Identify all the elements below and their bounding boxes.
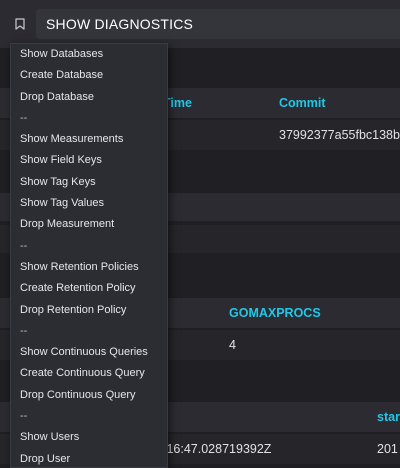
- menu-item-show-tag-values[interactable]: Show Tag Values: [11, 193, 167, 214]
- table-cell: 201: [377, 442, 398, 456]
- menu-item-drop-retention-policy[interactable]: Drop Retention Policy: [11, 300, 167, 321]
- menu-item-create-continuous-query[interactable]: Create Continuous Query: [11, 363, 167, 384]
- menu-separator: --: [20, 324, 28, 337]
- table-cell: 4: [229, 338, 236, 352]
- table-cell: 37992377a55fbc138b: [279, 128, 400, 142]
- table-cell: :16:47.028719392Z: [163, 442, 272, 456]
- menu-item-show-measurements[interactable]: Show Measurements: [11, 129, 167, 150]
- menu-item-show-tag-keys[interactable]: Show Tag Keys: [11, 172, 167, 193]
- menu-item-show-field-keys[interactable]: Show Field Keys: [11, 150, 167, 171]
- menu-item-show-databases[interactable]: Show Databases: [11, 44, 167, 65]
- menu-item-create-retention-policy[interactable]: Create Retention Policy: [11, 278, 167, 299]
- query-templates-menu: Show Databases Create Database Drop Data…: [10, 43, 168, 468]
- menu-item-drop-measurement[interactable]: Drop Measurement: [11, 214, 167, 235]
- menu-item-drop-continuous-query[interactable]: Drop Continuous Query: [11, 385, 167, 406]
- menu-separator: --: [20, 410, 28, 423]
- query-input[interactable]: SHOW DIAGNOSTICS: [36, 9, 400, 39]
- menu-item-drop-user[interactable]: Drop User: [11, 449, 167, 468]
- query-bar: SHOW DIAGNOSTICS: [0, 0, 400, 48]
- column-header-gomaxprocs: GOMAXPROCS: [229, 306, 321, 320]
- menu-separator: --: [20, 239, 28, 252]
- menu-item-show-users[interactable]: Show Users: [11, 427, 167, 448]
- bookmark-button[interactable]: [6, 9, 34, 39]
- menu-item-show-retention-policies[interactable]: Show Retention Policies: [11, 257, 167, 278]
- menu-item-create-database[interactable]: Create Database: [11, 65, 167, 86]
- menu-separator: --: [20, 111, 28, 124]
- menu-item-show-continuous-queries[interactable]: Show Continuous Queries: [11, 342, 167, 363]
- column-header-start: star: [377, 410, 400, 424]
- menu-item-drop-database[interactable]: Drop Database: [11, 87, 167, 108]
- bookmark-icon: [15, 18, 25, 30]
- column-header-commit: Commit: [279, 96, 326, 110]
